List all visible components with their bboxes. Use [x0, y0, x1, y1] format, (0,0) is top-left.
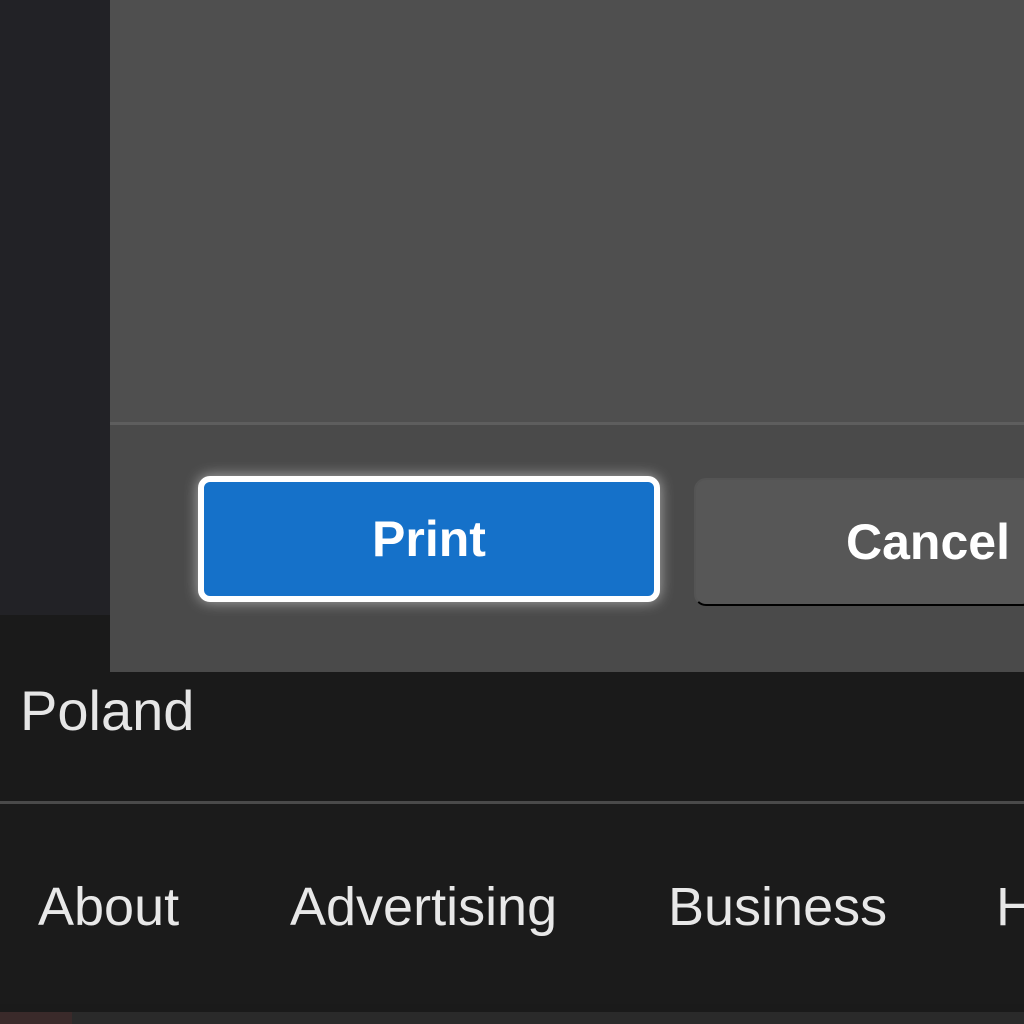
footer-link-how[interactable]: H: [996, 872, 1024, 942]
browser-page: Print Cancel Poland About Advertising Bu…: [0, 0, 1024, 1024]
footer-nav: About Advertising Business H: [0, 804, 1024, 1004]
print-dialog: Print Cancel: [110, 0, 1024, 672]
bottom-bar-accent: [0, 1012, 72, 1024]
bottom-bar: [0, 1012, 1024, 1024]
background-panel: [0, 0, 112, 615]
dialog-button-bar: Print Cancel: [110, 425, 1024, 672]
footer-link-about[interactable]: About: [38, 872, 179, 942]
footer-link-advertising[interactable]: Advertising: [290, 872, 557, 942]
print-button[interactable]: Print: [198, 476, 660, 602]
country-label: Poland: [20, 679, 195, 742]
cancel-button[interactable]: Cancel: [694, 478, 1024, 606]
print-preview-area: [110, 0, 1024, 422]
footer-link-business[interactable]: Business: [668, 872, 887, 942]
